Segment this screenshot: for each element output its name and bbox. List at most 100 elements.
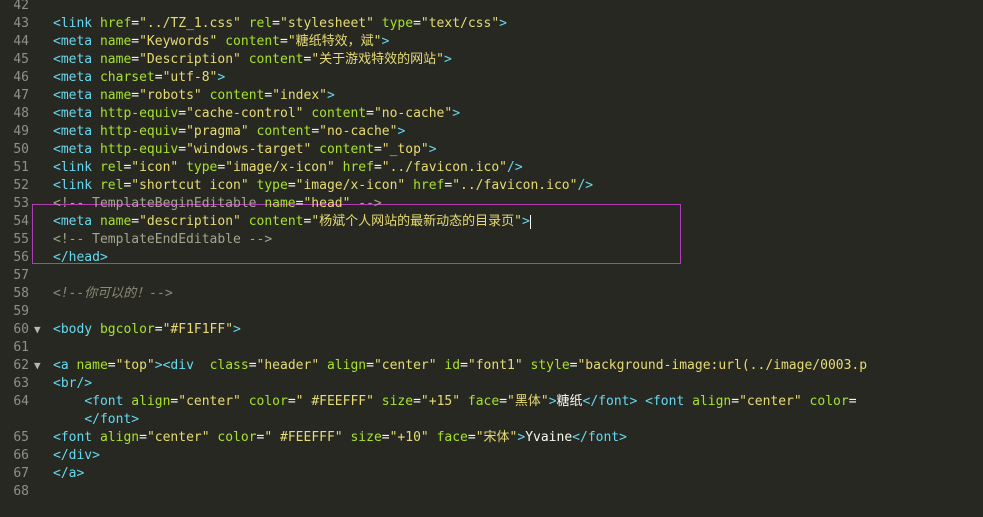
code-token: = xyxy=(366,106,374,121)
code-token: = xyxy=(413,16,421,31)
code-token: "center" xyxy=(739,394,802,409)
line-number: 60 xyxy=(13,322,29,337)
code-line[interactable]: 67 </a> xyxy=(0,465,983,483)
code-token: /> xyxy=(577,178,594,193)
code-line[interactable]: 53 <!-- TemplateBeginEditable name="head"… xyxy=(0,195,983,213)
code-line[interactable]: 59 xyxy=(0,303,983,321)
code-token: align xyxy=(99,430,140,445)
code-line[interactable]: 65 <font align="center" color=" #FEEFFF" … xyxy=(0,429,983,447)
code-token: </font> xyxy=(582,394,638,409)
code-token: id xyxy=(444,358,461,373)
code-token: <meta xyxy=(53,52,100,67)
code-token: = xyxy=(366,358,374,373)
code-line[interactable]: 68 xyxy=(0,483,983,501)
code-token: <link xyxy=(53,16,100,31)
code-token: > xyxy=(381,34,390,49)
code-text: <link href="../TZ_1.css" rel="stylesheet… xyxy=(53,15,507,33)
code-line[interactable]: 56 </head> xyxy=(0,249,983,267)
code-line[interactable]: 47 <meta name="robots" content="index"> xyxy=(0,87,983,105)
code-token: = xyxy=(381,430,390,445)
code-line[interactable]: 54 <meta name="description" content="杨斌个人… xyxy=(0,213,983,231)
code-token: = xyxy=(264,88,273,103)
code-editor[interactable]: 42 43 <link href="../TZ_1.css" rel="styles… xyxy=(0,0,983,517)
code-token: = xyxy=(373,160,382,175)
code-token: "index" xyxy=(272,88,327,103)
line-number: 63 xyxy=(13,376,29,391)
code-token: <!--你可以的！--> xyxy=(53,286,173,301)
code-token: > xyxy=(217,70,226,85)
code-token: "../favicon.ico" xyxy=(381,160,507,175)
code-line[interactable]: 64 <font align="center" color=" #FEEFFF"… xyxy=(0,393,983,411)
code-line[interactable]: 52 <link rel="shortcut icon" type="image/… xyxy=(0,177,983,195)
code-token: "head" xyxy=(303,196,351,211)
code-token: <meta xyxy=(53,88,100,103)
code-token: "background-image:url(../image/0003.p xyxy=(577,358,868,373)
code-token: = xyxy=(499,394,508,409)
line-number: 59 xyxy=(13,304,29,319)
code-line[interactable]: 44 <meta name="Keywords" content="糖纸特效，斌"… xyxy=(0,33,983,51)
code-line[interactable]: 57 xyxy=(0,267,983,285)
code-line[interactable]: 61 xyxy=(0,339,983,357)
code-line[interactable]: 42 xyxy=(0,0,983,15)
code-line[interactable]: 51 <link rel="icon" type="image/x-icon" h… xyxy=(0,159,983,177)
code-line[interactable]: 55 <!-- TemplateEndEditable --> xyxy=(0,231,983,249)
code-line[interactable]: 48 <meta http-equiv="cache-control" conte… xyxy=(0,105,983,123)
code-token: "icon" xyxy=(131,160,179,175)
code-token: http-equiv xyxy=(99,106,179,121)
fold-toggle-icon[interactable]: ▼ xyxy=(34,357,46,375)
code-token: "cache-control" xyxy=(186,106,304,121)
code-token: color xyxy=(217,430,257,445)
code-token: type xyxy=(186,160,218,175)
code-token: "windows-target" xyxy=(186,142,312,157)
code-line[interactable]: 45 <meta name="Description" content="关于游戏… xyxy=(0,51,983,69)
code-token: <link xyxy=(53,178,100,193)
code-token: "+15" xyxy=(420,394,461,409)
code-line[interactable]: 63 <br/> xyxy=(0,375,983,393)
code-token: = xyxy=(311,124,320,139)
code-line[interactable]: 60 ▼ <body bgcolor="#F1F1FF"> xyxy=(0,321,983,339)
code-line[interactable]: 50 <meta http-equiv="windows-target" cont… xyxy=(0,141,983,159)
code-line[interactable]: 49 <meta http-equiv="pragma" content="no-… xyxy=(0,123,983,141)
code-token: "header" xyxy=(256,358,320,373)
code-text: <meta charset="utf-8"> xyxy=(53,69,225,87)
code-line[interactable]: 46 <meta charset="utf-8"> xyxy=(0,69,983,87)
code-text: </font> xyxy=(53,411,139,429)
code-line[interactable]: 66 </div> xyxy=(0,447,983,465)
code-text: <font align="center" color=" #FEEFFF" si… xyxy=(53,393,857,411)
code-token: color xyxy=(248,394,288,409)
code-token: = xyxy=(413,394,421,409)
code-line[interactable]: 62 ▼ <a name="top"><div class="header" ali… xyxy=(0,357,983,375)
line-number: 51 xyxy=(13,160,29,175)
code-text: </div> xyxy=(53,447,100,465)
code-token: "no-cache" xyxy=(319,124,398,139)
code-token: name xyxy=(76,358,108,373)
code-line[interactable]: 43 <link href="../TZ_1.css" rel="styleshe… xyxy=(0,15,983,33)
code-token: > xyxy=(428,142,437,157)
code-text: <meta name="description" content="杨斌个人网站… xyxy=(53,213,531,231)
code-token: content xyxy=(311,106,367,121)
code-token: align xyxy=(131,394,171,409)
line-number: 66 xyxy=(13,448,29,463)
code-token: = xyxy=(848,394,857,409)
code-text: <meta name="Keywords" content="糖纸特效，斌"> xyxy=(53,33,389,51)
fold-toggle-icon[interactable]: ▼ xyxy=(34,321,46,339)
code-token: "utf-8" xyxy=(162,70,218,85)
code-token: = xyxy=(178,106,187,121)
code-token: "黑体" xyxy=(507,394,549,409)
code-token: <meta xyxy=(53,34,100,49)
code-line[interactable]: 58 <!--你可以的！--> xyxy=(0,285,983,303)
code-token: "Description" xyxy=(139,52,241,67)
code-token: <font xyxy=(84,394,132,409)
code-line[interactable]: </font> xyxy=(0,411,983,429)
code-token: = xyxy=(287,178,296,193)
code-token: "宋体" xyxy=(475,430,518,445)
code-token: <meta xyxy=(53,70,100,85)
